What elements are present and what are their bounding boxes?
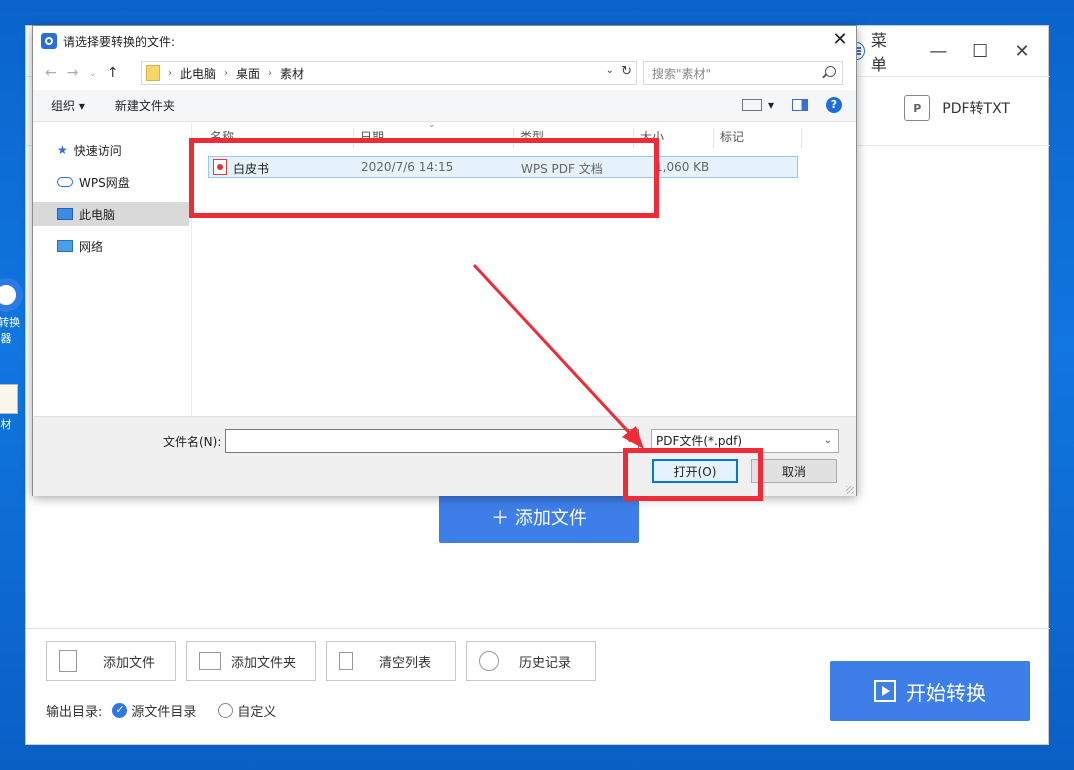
desktop-icon-converter[interactable]: F转换 器 (0, 278, 26, 346)
radio-label: 自定义 (237, 705, 277, 720)
breadcrumb-item[interactable]: 此电脑 (180, 65, 216, 82)
maximize-button[interactable]: ☐ (964, 36, 996, 66)
up-arrow-icon[interactable]: ↑ (107, 65, 119, 81)
file-type-value: PDF文件(*.pdf) (656, 434, 743, 448)
nav-item-label: 快速访问 (73, 143, 122, 158)
search-placeholder: 搜索"素材" (652, 66, 712, 81)
app-icon (41, 33, 57, 49)
computer-icon (57, 208, 73, 220)
recent-locations-icon[interactable]: ⌄ (88, 68, 96, 79)
chevron-right-icon: › (224, 67, 229, 79)
network-icon (57, 240, 73, 252)
add-folder-label: 添加文件夹 (231, 655, 297, 671)
annotation-highlight-file (189, 138, 659, 218)
chevron-right-icon: › (268, 67, 273, 79)
search-icon[interactable] (825, 66, 836, 77)
add-folder-icon (199, 652, 221, 670)
start-convert-button[interactable]: 开始转换 (830, 661, 1030, 721)
resize-grip-icon[interactable] (846, 486, 854, 494)
trash-icon (339, 652, 353, 670)
tab-label: PDF转TXT (942, 101, 1010, 117)
cancel-button[interactable]: 取消 (751, 459, 837, 483)
search-input[interactable]: 搜索"素材" (643, 61, 843, 85)
menu-label: 菜单 (870, 31, 887, 74)
view-controls: ▾ ? (741, 97, 842, 113)
history-button[interactable]: 历史记录 (466, 641, 596, 681)
column-header-tags[interactable]: 标记 (714, 128, 802, 148)
help-icon[interactable]: ? (826, 97, 842, 113)
minimize-button[interactable]: — (922, 36, 954, 66)
converter-app-icon (0, 278, 23, 312)
chevron-right-icon: › (168, 67, 172, 79)
back-arrow-icon[interactable]: ← (45, 65, 57, 81)
nav-item-network[interactable]: 网络 (33, 234, 189, 258)
chevron-down-icon: ▾ (767, 98, 774, 112)
radio-source-dir[interactable]: 源文件目录 (112, 701, 196, 720)
filename-input[interactable]: ⌄ (225, 429, 639, 453)
nav-item-label: 此电脑 (79, 207, 116, 222)
radio-custom-dir[interactable]: 自定义 (218, 701, 276, 720)
nav-item-wps-cloud[interactable]: WPS网盘 (33, 170, 189, 194)
desktop-icon-label: F转换 (0, 316, 21, 329)
star-icon: ★ (57, 143, 68, 157)
clock-icon (479, 651, 499, 671)
details-view-icon (741, 99, 762, 111)
app-title-controls: 菜单 — ☐ ✕ (848, 26, 1048, 76)
radio-checked-icon (112, 703, 128, 718)
radio-unchecked-icon (218, 703, 234, 718)
file-size: 1,060 KB (655, 160, 710, 174)
breadcrumb-item[interactable]: 桌面 (236, 65, 260, 82)
add-folder-button[interactable]: 添加文件夹 (186, 641, 316, 681)
dialog-title-bar: 请选择要转换的文件: (33, 26, 856, 56)
folder-icon (146, 65, 160, 81)
clear-list-button[interactable]: 清空列表 (326, 641, 456, 681)
preview-pane-icon[interactable] (792, 99, 808, 111)
file-icon (0, 384, 18, 414)
new-folder-button[interactable]: 新建文件夹 (115, 97, 175, 114)
desktop-icon-folder[interactable]: 材 (0, 384, 26, 432)
history-label: 历史记录 (519, 655, 572, 671)
add-file-label: 添加文件 (103, 655, 156, 671)
dialog-close-button[interactable]: ✕ (830, 30, 850, 50)
close-button[interactable]: ✕ (1006, 36, 1038, 66)
annotation-highlight-open-button (623, 448, 763, 501)
filename-label: 文件名(N): (163, 435, 222, 449)
add-file-icon (59, 650, 77, 672)
nav-item-this-pc[interactable]: 此电脑 (33, 202, 189, 226)
pdf-txt-icon: P (904, 95, 931, 121)
navigation-pane: ★ 快速访问 WPS网盘 此电脑 网络 (33, 122, 191, 416)
navigation-row: ← → ⌄ ↑ › 此电脑 › 桌面 › 素材 ⌄ ↻ 搜索"素材" (33, 56, 856, 90)
play-icon (874, 680, 896, 702)
radio-label: 源文件目录 (131, 705, 197, 720)
refresh-icon[interactable]: ↻ (621, 64, 632, 79)
add-file-main-button[interactable]: ＋ 添加文件 (439, 491, 639, 543)
nav-item-quick-access[interactable]: ★ 快速访问 (33, 138, 189, 162)
start-convert-label: 开始转换 (906, 680, 986, 705)
forward-arrow-icon[interactable]: → (67, 65, 79, 81)
tab-pdf-to-txt[interactable]: P PDF转TXT (904, 95, 1010, 121)
dialog-title: 请选择要转换的文件: (63, 34, 176, 49)
clear-list-label: 清空列表 (379, 655, 432, 671)
view-mode-button[interactable]: ▾ (741, 98, 774, 112)
cloud-icon (57, 177, 73, 187)
address-dropdown-icon[interactable]: ⌄ (606, 65, 614, 76)
desktop-icon-label-line2: 器 (0, 332, 12, 345)
organize-button[interactable]: 组织 ▾ (51, 97, 85, 114)
chevron-down-icon[interactable]: ⌄ (626, 434, 634, 445)
bottom-toolbar: 添加文件 添加文件夹 清空列表 历史记录 输出目录: 源文件目录 自定义 (26, 628, 1050, 746)
desktop-icon-label: 材 (0, 418, 12, 431)
file-open-dialog: 请选择要转换的文件: ✕ ← → ⌄ ↑ › 此电脑 › 桌面 › 素材 ⌄ ↻… (32, 25, 857, 496)
chevron-down-icon: ⌄ (823, 435, 832, 446)
nav-item-label: 网络 (79, 239, 104, 254)
add-file-button[interactable]: 添加文件 (46, 641, 176, 681)
command-bar: 组织 ▾ 新建文件夹 ▾ ? (33, 90, 856, 122)
address-bar[interactable]: › 此电脑 › 桌面 › 素材 ⌄ ↻ (141, 61, 637, 85)
output-directory-row: 输出目录: 源文件目录 自定义 (46, 701, 276, 720)
nav-item-label: WPS网盘 (79, 175, 130, 190)
breadcrumb-item[interactable]: 素材 (280, 65, 304, 82)
output-dir-label: 输出目录: (46, 705, 103, 720)
